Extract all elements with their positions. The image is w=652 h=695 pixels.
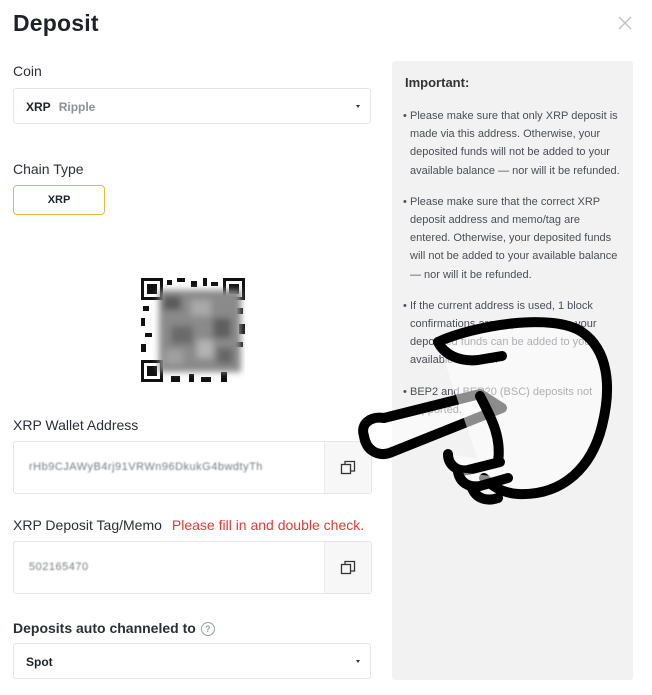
chevron-down-icon — [356, 660, 360, 663]
coin-select-value: XRP Ripple — [26, 100, 95, 114]
coin-name: Ripple — [58, 100, 96, 114]
channel-label-row: Deposits auto channeled to? — [13, 620, 215, 636]
memo-label: XRP Deposit Tag/Memo — [13, 517, 162, 533]
memo-field[interactable]: 502165470 — [13, 541, 372, 594]
important-note: If the current address is used, 1 block … — [403, 297, 622, 370]
copy-memo-button[interactable] — [324, 542, 371, 593]
channel-label: Deposits auto channeled to — [13, 620, 196, 636]
important-note: Please make sure that only XRP deposit i… — [403, 107, 622, 180]
close-icon[interactable] — [616, 14, 634, 32]
memo-warning: Please fill in and double check. — [171, 517, 365, 533]
chain-type-option-xrp[interactable]: XRP — [13, 185, 105, 215]
memo-value: 502165470 — [29, 561, 89, 573]
qr-code — [141, 278, 245, 382]
important-panel: Important: Please make sure that only XR… — [392, 61, 633, 680]
wallet-address-field[interactable]: rHb9CJAWyB4rj91VRWn96DkukG4bwdtyTh — [13, 441, 372, 494]
help-circle-icon[interactable]: ? — [200, 622, 215, 636]
coin-select[interactable]: XRP Ripple — [13, 88, 371, 124]
chain-type-label: Chain Type — [13, 161, 84, 177]
copy-icon — [340, 560, 356, 575]
page-title: Deposit — [13, 10, 99, 36]
coin-symbol: XRP — [26, 100, 51, 114]
important-note: Please make sure that the correct XRP de… — [403, 193, 622, 284]
important-title: Important: — [405, 75, 470, 90]
channel-select[interactable]: Spot — [13, 643, 371, 679]
important-notes: Please make sure that only XRP deposit i… — [403, 107, 622, 432]
copy-icon — [340, 460, 356, 475]
channel-select-value: Spot — [26, 655, 53, 669]
deposit-dialog: Deposit Coin XRP Ripple Chain Type XRP X… — [0, 0, 652, 695]
important-note: BEP2 and BEP20 (BSC) deposits not suppor… — [403, 383, 622, 419]
coin-label: Coin — [13, 63, 42, 79]
chevron-down-icon — [356, 105, 360, 108]
wallet-address-value: rHb9CJAWyB4rj91VRWn96DkukG4bwdtyTh — [29, 461, 263, 473]
wallet-address-label: XRP Wallet Address — [13, 417, 139, 433]
copy-address-button[interactable] — [324, 442, 371, 493]
memo-label-row: XRP Deposit Tag/Memo Please fill in and d… — [13, 517, 364, 533]
